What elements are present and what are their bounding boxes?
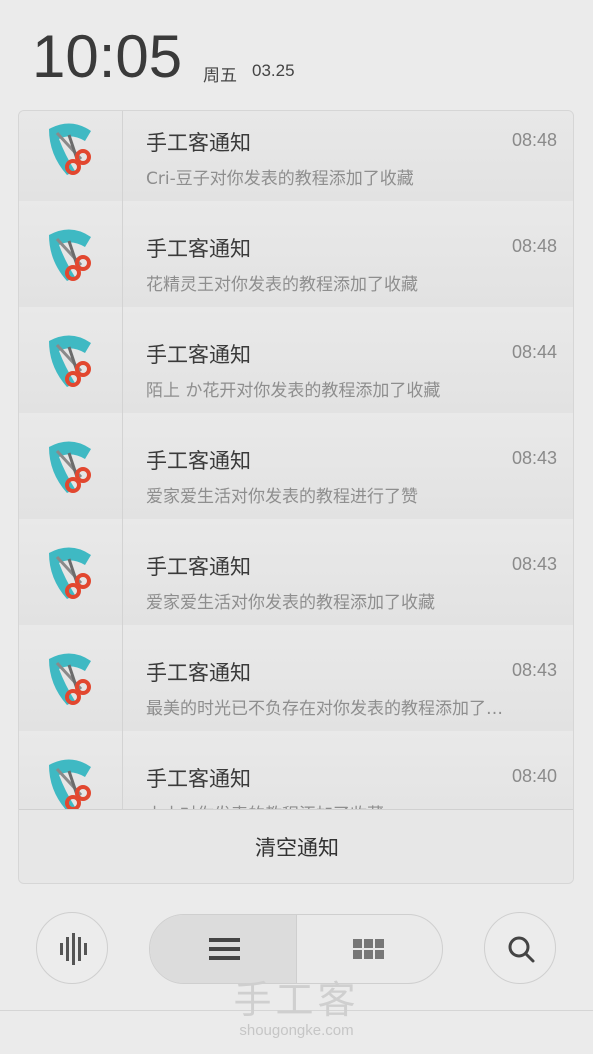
notification-body: 陌上 か花开对你发表的教程添加了收藏 xyxy=(146,381,441,401)
notification-title: 手工客通知 xyxy=(146,555,251,579)
notification-body: 花精灵王对你发表的教程添加了收藏 xyxy=(146,275,418,295)
notification-list[interactable]: 手工客通知 08:48 Cri-豆子对你发表的教程添加了收藏 手工客通知 08:… xyxy=(19,111,573,809)
list-view-button[interactable] xyxy=(150,915,297,983)
notification-time: 08:40 xyxy=(511,766,557,786)
notification-item[interactable]: 手工客通知 08:43 爱家爱生活对你发表的教程进行了赞 xyxy=(19,413,573,520)
notification-item[interactable]: 手工客通知 08:44 陌上 か花开对你发表的教程添加了收藏 xyxy=(19,307,573,414)
notification-item[interactable]: 手工客通知 08:43 爱家爱生活对你发表的教程添加了收藏 xyxy=(19,519,573,626)
notification-item[interactable]: 手工客通知 08:48 Cri-豆子对你发表的教程添加了收藏 xyxy=(19,111,573,202)
notification-time: 08:43 xyxy=(511,554,557,574)
notification-body: 最美的时光已不负存在对你发表的教程添加了… xyxy=(146,699,503,719)
notification-body: Cri-豆子对你发表的教程添加了收藏 xyxy=(146,169,414,189)
view-toggle xyxy=(149,914,443,984)
search-icon xyxy=(508,936,535,963)
icon-cell xyxy=(19,731,123,809)
notification-item[interactable]: 手工客通知 08:48 花精灵王对你发表的教程添加了收藏 xyxy=(19,201,573,308)
icon-cell xyxy=(19,413,123,519)
notification-time: 08:43 xyxy=(511,448,557,468)
search-button[interactable] xyxy=(484,912,556,984)
notification-title: 手工客通知 xyxy=(146,237,251,261)
notification-time: 08:44 xyxy=(511,342,557,362)
shougongke-scissors-icon xyxy=(49,759,91,809)
icon-cell xyxy=(19,625,123,731)
notification-title: 手工客通知 xyxy=(146,449,251,473)
notification-title: 手工客通知 xyxy=(146,767,251,791)
grid-icon xyxy=(353,939,384,959)
voice-bars-icon xyxy=(60,933,87,965)
watermark-url: shougongke.com xyxy=(239,1022,354,1039)
notification-item[interactable]: 手工客通知 08:43 最美的时光已不负存在对你发表的教程添加了… xyxy=(19,625,573,732)
notification-body: 爱家爱生活对你发表的教程添加了收藏 xyxy=(146,593,435,613)
shougongke-scissors-icon xyxy=(49,547,91,599)
status-bar: 10:05 周五 03.25 xyxy=(0,0,593,110)
icon-cell xyxy=(19,111,123,201)
notification-title: 手工客通知 xyxy=(146,343,251,367)
notification-body: 小小对你发表的教程添加了收藏 xyxy=(146,800,561,809)
notification-item[interactable]: 手工客通知 08:40 小小对你发表的教程添加了收藏 xyxy=(19,731,573,809)
notification-time: 08:48 xyxy=(511,130,557,150)
date: 03.25 xyxy=(252,61,295,80)
shougongke-scissors-icon xyxy=(49,123,91,175)
shougongke-scissors-icon xyxy=(49,441,91,493)
shougongke-scissors-icon xyxy=(49,335,91,387)
list-icon xyxy=(209,938,240,960)
icon-cell xyxy=(19,307,123,413)
notification-title: 手工客通知 xyxy=(146,131,251,155)
watermark: 手工客 shougongke.com xyxy=(0,978,593,1040)
clear-notifications-button[interactable]: 清空通知 xyxy=(19,809,573,883)
grid-view-button[interactable] xyxy=(297,915,442,983)
shougongke-scissors-icon xyxy=(49,229,91,281)
notification-body: 爱家爱生活对你发表的教程进行了赞 xyxy=(146,487,418,507)
notification-panel: 手工客通知 08:48 Cri-豆子对你发表的教程添加了收藏 手工客通知 08:… xyxy=(18,110,574,884)
clock-time: 10:05 xyxy=(32,23,183,90)
notification-title: 手工客通知 xyxy=(146,661,251,685)
shougongke-scissors-icon xyxy=(49,653,91,705)
notification-time: 08:43 xyxy=(511,660,557,680)
icon-cell xyxy=(19,201,123,307)
notification-time: 08:48 xyxy=(511,236,557,256)
weekday: 周五 xyxy=(203,66,237,86)
watermark-logo: 手工客 xyxy=(233,978,360,1022)
voice-button[interactable] xyxy=(36,912,108,984)
icon-cell xyxy=(19,519,123,625)
